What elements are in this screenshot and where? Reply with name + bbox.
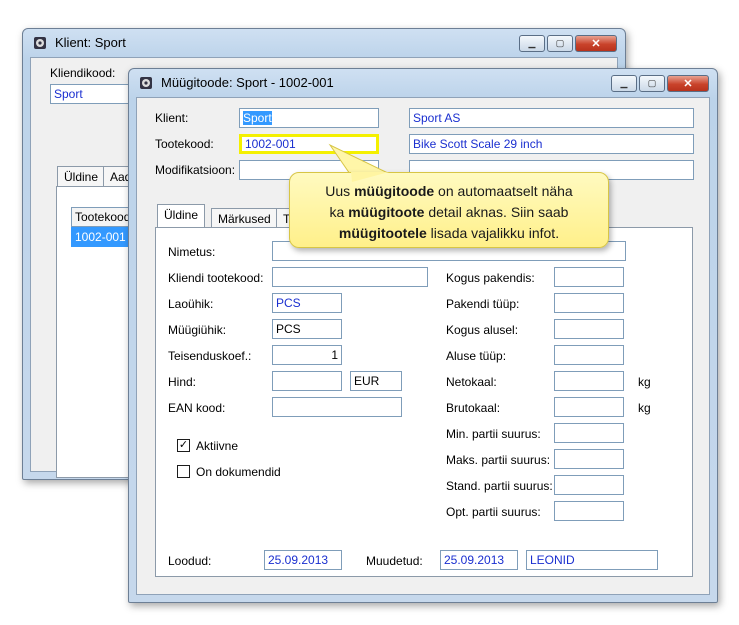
qty-package-field[interactable] [554, 267, 624, 287]
product-code-field[interactable]: 1002-001 [239, 134, 379, 154]
active-checkbox[interactable]: ✓ [177, 439, 190, 452]
net-weight-label: Netokaal: [446, 375, 497, 389]
ean-field[interactable] [272, 397, 402, 417]
gear-app-icon [34, 37, 46, 49]
std-batch-label: Stand. partii suurus: [446, 479, 553, 493]
qty-pallet-label: Kogus alusel: [446, 323, 519, 337]
client-product-code-label: Kliendi tootekood: [168, 271, 264, 285]
min-batch-field[interactable] [554, 423, 624, 443]
callout-bubble: Uus müügitoode on automaatselt näha ka m… [289, 172, 609, 248]
callout-line-1: Uus müügitoode on automaatselt näha [325, 183, 573, 199]
opt-batch-label: Opt. partii suurus: [446, 505, 541, 519]
callout-line-3: müügitootele lisada vajalikku infot. [338, 225, 560, 241]
net-weight-unit: kg [638, 375, 651, 389]
active-label: Aktiivne [196, 439, 239, 453]
pallet-type-field[interactable] [554, 345, 624, 365]
product-window-title: Müügitoode: Sport - 1002-001 [161, 75, 334, 90]
tab-markused[interactable]: Märkused [211, 208, 278, 228]
name-label: Nimetus: [168, 245, 216, 259]
gross-weight-label: Brutokaal: [446, 401, 501, 415]
modified-by-field[interactable]: LEONID [526, 550, 658, 570]
minimize-icon[interactable]: ▁ [519, 35, 545, 52]
close-icon[interactable]: ✕ [667, 75, 709, 92]
currency-field[interactable]: EUR [350, 371, 402, 391]
qty-package-label: Kogus pakendis: [446, 271, 535, 285]
modified-field[interactable]: 25.09.2013 [440, 550, 518, 570]
ean-label: EAN kood: [168, 401, 226, 415]
max-batch-field[interactable] [554, 449, 624, 469]
conversion-field[interactable]: 1 [272, 345, 342, 365]
stock-unit-field[interactable]: PCS [272, 293, 342, 313]
on-documents-checkbox[interactable] [177, 465, 190, 478]
gross-weight-field[interactable] [554, 397, 624, 417]
min-batch-label: Min. partii suurus: [446, 427, 541, 441]
modified-label: Muudetud: [366, 554, 423, 568]
client-tab-panel: Tootekood 1002-001 [56, 186, 141, 478]
stock-unit-label: Laoühik: [168, 297, 214, 311]
created-label: Loodud: [168, 554, 212, 568]
client-name-field[interactable]: Sport AS [409, 108, 694, 128]
tab-uldine[interactable]: Üldine [57, 166, 106, 186]
close-icon[interactable]: ✕ [575, 35, 617, 52]
product-window-titlebar[interactable]: Müügitoode: Sport - 1002-001 ▁ ▢ ✕ [129, 69, 717, 97]
modification-label: Modifikatsioon: [155, 163, 236, 177]
package-type-field[interactable] [554, 293, 624, 313]
product-code-label: Tootekood: [155, 137, 214, 151]
opt-batch-field[interactable] [554, 501, 624, 521]
client-label: Klient: [155, 111, 189, 125]
sales-unit-field[interactable]: PCS [272, 319, 342, 339]
created-field[interactable]: 25.09.2013 [264, 550, 342, 570]
conversion-label: Teisenduskoef.: [168, 349, 252, 363]
price-field[interactable] [272, 371, 342, 391]
product-window[interactable]: Müügitoode: Sport - 1002-001 ▁ ▢ ✕ Klien… [128, 68, 718, 603]
minimize-icon[interactable]: ▁ [611, 75, 637, 92]
callout-line-2: ka müügitoote detail aknas. Siin saab [329, 204, 569, 220]
pallet-type-label: Aluse tüüp: [446, 349, 507, 363]
client-window-titlebar[interactable]: Klient: Sport ▁ ▢ ✕ [23, 29, 625, 57]
max-batch-label: Maks. partii suurus: [446, 453, 551, 467]
client-code-field[interactable]: Sport [239, 108, 379, 128]
client-product-code-field[interactable] [272, 267, 428, 287]
price-label: Hind: [168, 375, 197, 389]
product-tab-panel: Nimetus: Kliendi tootekood: Laoühik: PCS… [155, 227, 693, 577]
std-batch-field[interactable] [554, 475, 624, 495]
sales-unit-label: Müügiühik: [168, 323, 227, 337]
net-weight-field[interactable] [554, 371, 624, 391]
qty-pallet-field[interactable] [554, 319, 624, 339]
gross-weight-unit: kg [638, 401, 651, 415]
client-window-title: Klient: Sport [55, 35, 126, 50]
gear-app-icon [140, 77, 152, 89]
package-type-label: Pakendi tüüp: [446, 297, 520, 311]
product-name-field[interactable]: Bike Scott Scale 29 inch [409, 134, 694, 154]
on-documents-label: On dokumendid [196, 465, 281, 479]
tab-uldine[interactable]: Üldine [157, 204, 206, 228]
client-code-value: Sport [243, 111, 272, 125]
maximize-icon[interactable]: ▢ [639, 75, 665, 92]
client-code-label: Kliendikood: [50, 66, 116, 80]
maximize-icon[interactable]: ▢ [547, 35, 573, 52]
client-code-field[interactable]: Sport [50, 84, 140, 104]
